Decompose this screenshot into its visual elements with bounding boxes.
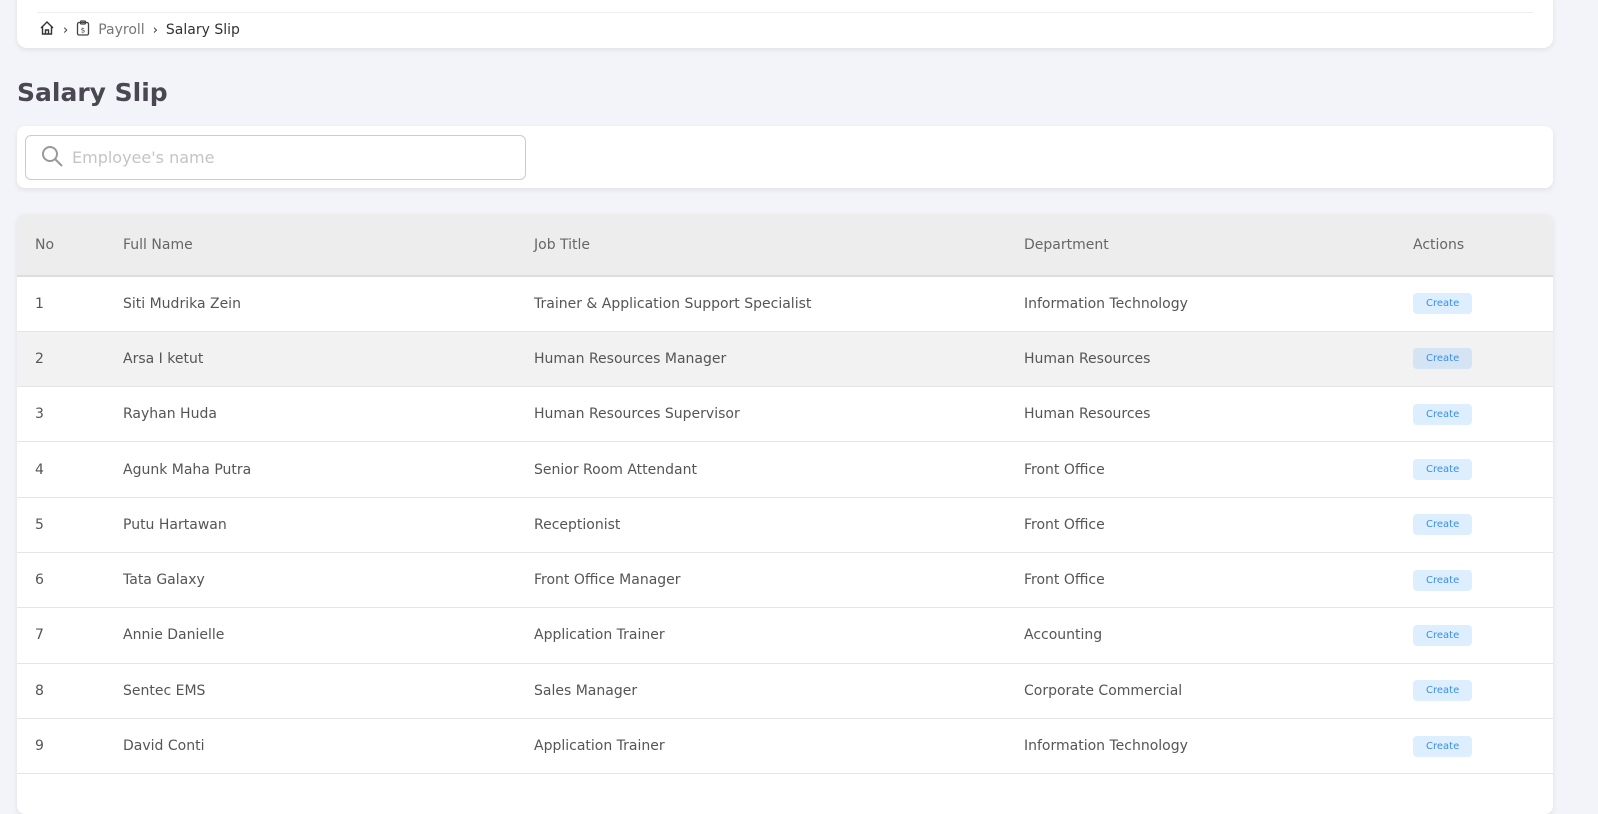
header-job-title: Job Title <box>534 214 1024 277</box>
cell-job-title: Senior Room Attendant <box>534 441 1024 498</box>
header-full-name: Full Name <box>123 214 534 277</box>
employee-table-card: No Full Name Job Title Department Action… <box>17 214 1553 814</box>
cell-job-title: Human Resources Manager <box>534 331 1024 388</box>
cell-no: 7 <box>17 607 123 664</box>
cell-no: 8 <box>17 663 123 719</box>
cell-actions: Create <box>1413 276 1553 332</box>
table-row: 7 Annie Danielle Application Trainer Acc… <box>17 607 1553 664</box>
create-button[interactable]: Create <box>1413 348 1473 370</box>
cell-full-name: Arsa I ketut <box>123 331 534 388</box>
cell-full-name: Rayhan Huda <box>123 386 534 443</box>
cell-full-name: Sentec EMS <box>123 663 534 719</box>
clipboard-dollar-icon: $ <box>76 20 90 40</box>
create-button[interactable]: Create <box>1413 293 1473 315</box>
cell-full-name: Annie Danielle <box>123 607 534 664</box>
page-title: Salary Slip <box>17 78 168 107</box>
cell-department: Front Office <box>1024 497 1413 553</box>
cell-full-name: Siti Mudrika Zein <box>123 276 534 332</box>
cell-actions: Create <box>1413 718 1553 775</box>
table-row: 4 Agunk Maha Putra Senior Room Attendant… <box>17 441 1553 498</box>
breadcrumb-current: Salary Slip <box>165 22 240 38</box>
cell-department: Human Resources <box>1024 386 1413 443</box>
header-department: Department <box>1024 214 1413 277</box>
table-row: 9 David Conti Application Trainer Inform… <box>17 718 1553 775</box>
cell-job-title: Application Trainer <box>534 718 1024 775</box>
header-actions: Actions <box>1413 214 1553 277</box>
create-button[interactable]: Create <box>1413 459 1473 481</box>
employee-table: No Full Name Job Title Department Action… <box>17 214 1553 775</box>
cell-actions: Create <box>1413 386 1553 443</box>
cell-actions: Create <box>1413 607 1553 664</box>
header-no: No <box>17 214 123 277</box>
create-button[interactable]: Create <box>1413 735 1473 757</box>
cell-no: 9 <box>17 718 123 775</box>
create-button[interactable]: Create <box>1413 514 1473 536</box>
create-button[interactable]: Create <box>1413 403 1473 425</box>
search-input[interactable] <box>72 148 492 167</box>
create-button[interactable]: Create <box>1413 569 1473 591</box>
cell-job-title: Human Resources Supervisor <box>534 386 1024 443</box>
cell-department: Front Office <box>1024 552 1413 609</box>
cell-job-title: Receptionist <box>534 497 1024 553</box>
cell-full-name: David Conti <box>123 718 534 775</box>
cell-job-title: Front Office Manager <box>534 552 1024 609</box>
cell-no: 6 <box>17 552 123 609</box>
table-row: 2 Arsa I ketut Human Resources Manager H… <box>17 331 1553 388</box>
table-row: 3 Rayhan Huda Human Resources Supervisor… <box>17 386 1553 443</box>
breadcrumb-payroll[interactable]: Payroll <box>98 22 144 38</box>
cell-job-title: Application Trainer <box>534 607 1024 664</box>
table-row: 6 Tata Galaxy Front Office Manager Front… <box>17 552 1553 609</box>
cell-department: Human Resources <box>1024 331 1413 388</box>
table-row: 8 Sentec EMS Sales Manager Corporate Com… <box>17 663 1553 719</box>
cell-full-name: Tata Galaxy <box>123 552 534 609</box>
cell-department: Accounting <box>1024 607 1413 664</box>
breadcrumb-card: › $ Payroll › Salary Slip <box>17 0 1553 48</box>
search-icon <box>40 144 64 172</box>
cell-actions: Create <box>1413 441 1553 498</box>
chevron-right-icon: › <box>63 22 69 38</box>
cell-full-name: Agunk Maha Putra <box>123 441 534 498</box>
cell-actions: Create <box>1413 663 1553 719</box>
search-card <box>17 126 1553 188</box>
search-box[interactable] <box>25 135 526 180</box>
divider <box>37 12 1533 13</box>
cell-department: Information Technology <box>1024 276 1413 332</box>
cell-job-title: Sales Manager <box>534 663 1024 719</box>
cell-no: 1 <box>17 276 123 332</box>
breadcrumb: › $ Payroll › Salary Slip <box>39 20 240 40</box>
home-icon[interactable] <box>39 20 55 40</box>
cell-actions: Create <box>1413 331 1553 388</box>
cell-department: Front Office <box>1024 441 1413 498</box>
cell-no: 3 <box>17 386 123 443</box>
table-row: 1 Siti Mudrika Zein Trainer & Applicatio… <box>17 276 1553 332</box>
create-button[interactable]: Create <box>1413 624 1473 646</box>
chevron-right-icon: › <box>152 22 158 38</box>
cell-department: Corporate Commercial <box>1024 663 1413 719</box>
cell-department: Information Technology <box>1024 718 1413 775</box>
cell-full-name: Putu Hartawan <box>123 497 534 553</box>
table-row: 5 Putu Hartawan Receptionist Front Offic… <box>17 497 1553 553</box>
create-button[interactable]: Create <box>1413 680 1473 702</box>
cell-actions: Create <box>1413 497 1553 553</box>
cell-no: 4 <box>17 441 123 498</box>
svg-text:$: $ <box>81 27 85 35</box>
cell-no: 2 <box>17 331 123 388</box>
cell-job-title: Trainer & Application Support Specialist <box>534 276 1024 332</box>
cell-no: 5 <box>17 497 123 553</box>
cell-actions: Create <box>1413 552 1553 609</box>
